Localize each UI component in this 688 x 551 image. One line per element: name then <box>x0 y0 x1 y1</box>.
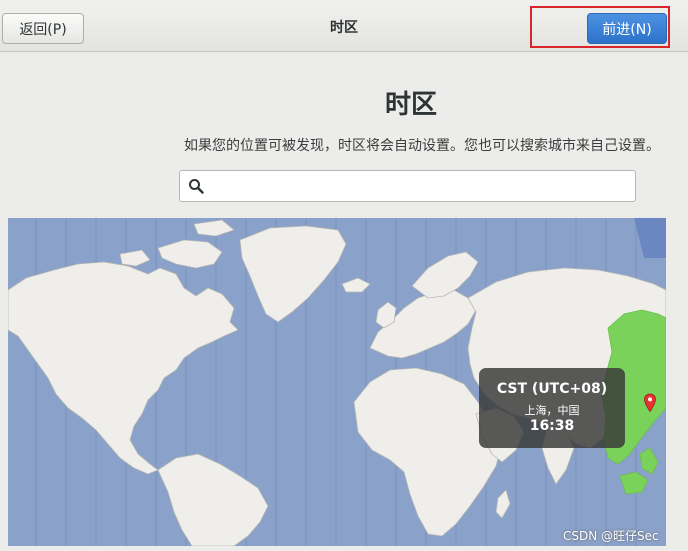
tooltip-location: 上海，中国 <box>524 404 580 417</box>
header-bar: 返回(P) 时区 前进(N) <box>0 0 688 52</box>
tooltip-time: 16:38 <box>529 418 575 434</box>
search-input[interactable] <box>210 173 629 201</box>
page-heading: 时区 <box>384 90 437 120</box>
tooltip-timezone: CST (UTC+08) <box>496 381 608 397</box>
page-description: 如果您的位置可被发现，时区将会自动设置。您也可以搜索城市来自己设置。 <box>184 138 660 154</box>
watermark-text: CSDN @旺仔Sec <box>563 529 659 543</box>
next-button[interactable]: 前进(N) <box>587 13 667 44</box>
search-icon <box>189 179 204 194</box>
search-box[interactable] <box>179 170 636 202</box>
location-pin-icon <box>644 393 656 413</box>
timezone-tooltip: CST (UTC+08) 上海，中国 16:38 <box>479 368 625 448</box>
